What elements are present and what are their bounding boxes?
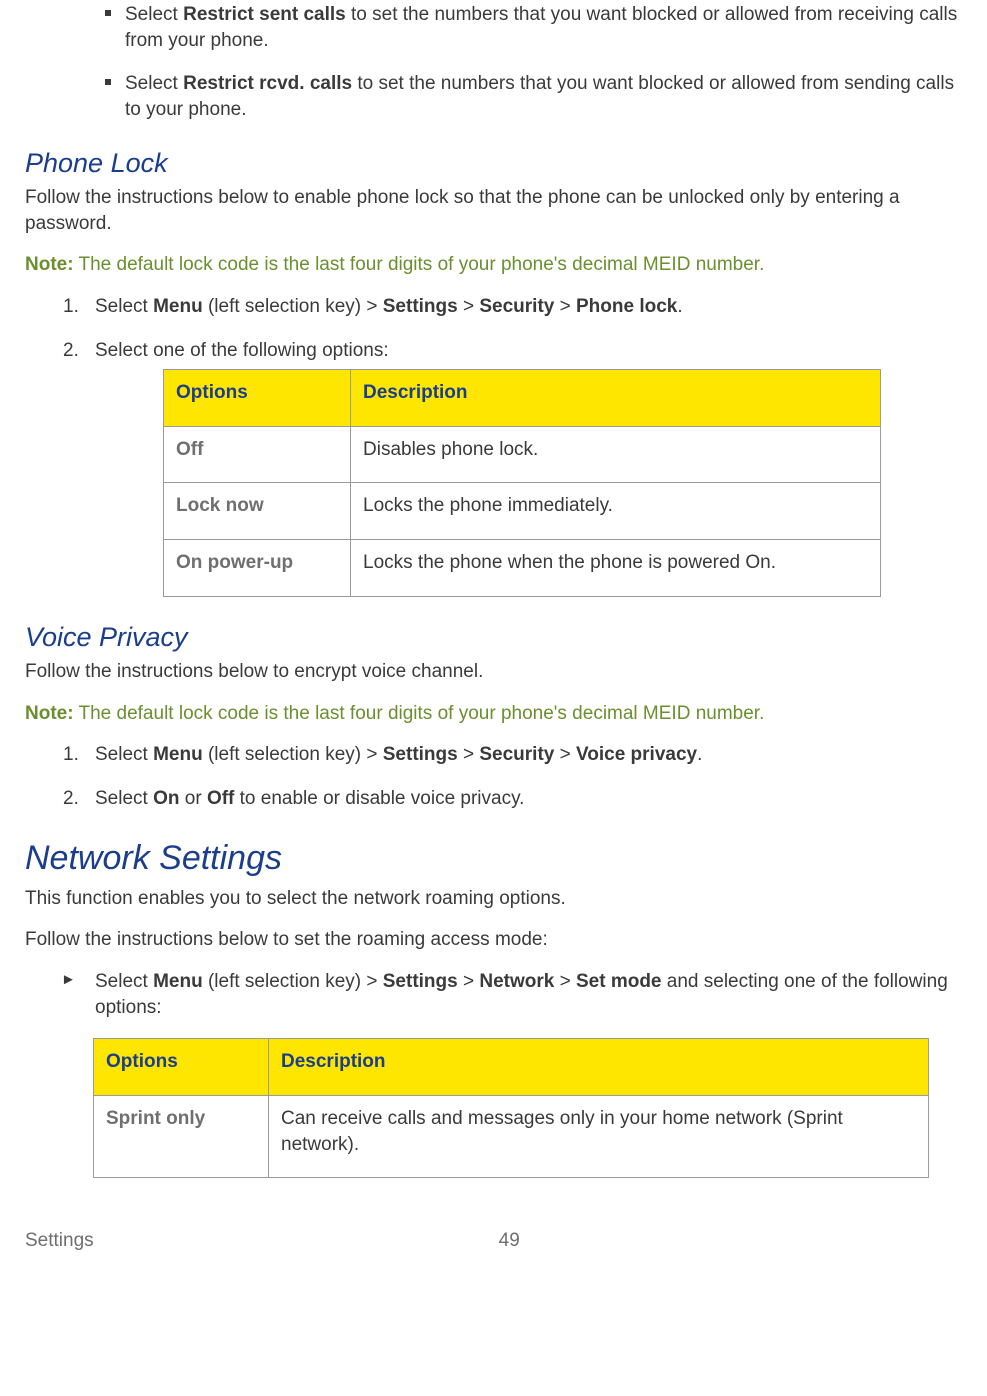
network-step: Select Menu (left selection key) > Setti…	[25, 969, 962, 1020]
voice-privacy-steps: Select Menu (left selection key) > Setti…	[25, 742, 962, 811]
voiceprivacy-bold: Voice privacy	[576, 744, 697, 765]
network-intro-1: This function enables you to select the …	[25, 886, 962, 912]
phone-lock-intro: Follow the instructions below to enable …	[25, 185, 962, 236]
settings-bold: Settings	[383, 971, 458, 992]
settings-bold: Settings	[383, 744, 458, 765]
footer-page-number: 49	[499, 1228, 520, 1254]
text: >	[458, 744, 480, 765]
text: (left selection key) >	[203, 971, 383, 992]
restrict-list: Select Restrict sent calls to set the nu…	[25, 2, 962, 123]
restrict-rcvd-bold: Restrict rcvd. calls	[183, 73, 352, 94]
phone-lock-step-2: Select one of the following options: Opt…	[25, 338, 962, 597]
on-bold: On	[153, 788, 179, 809]
text: .	[677, 296, 682, 317]
text: Select	[95, 788, 153, 809]
network-intro-2: Follow the instructions below to set the…	[25, 927, 962, 953]
voice-privacy-intro: Follow the instructions below to encrypt…	[25, 659, 962, 685]
voice-privacy-step-1: Select Menu (left selection key) > Setti…	[25, 742, 962, 768]
table-row: On power-up Locks the phone when the pho…	[164, 540, 881, 597]
note-label: Note:	[25, 703, 74, 724]
option-cell: Sprint only	[94, 1095, 269, 1177]
option-cell: Lock now	[164, 483, 351, 540]
restrict-sent-bold: Restrict sent calls	[183, 4, 346, 25]
text: Select	[95, 744, 153, 765]
network-bold: Network	[479, 971, 554, 992]
note-label: Note:	[25, 254, 74, 275]
menu-bold: Menu	[153, 296, 203, 317]
menu-bold: Menu	[153, 744, 203, 765]
option-cell: On power-up	[164, 540, 351, 597]
network-table: Options Description Sprint only Can rece…	[93, 1038, 929, 1178]
phone-lock-heading: Phone Lock	[25, 145, 962, 181]
text: or	[179, 788, 206, 809]
security-bold: Security	[479, 296, 554, 317]
option-cell: Off	[164, 426, 351, 483]
settings-bold: Settings	[383, 296, 458, 317]
footer-spacer	[94, 1228, 499, 1254]
security-bold: Security	[479, 744, 554, 765]
restrict-sent-item: Select Restrict sent calls to set the nu…	[25, 2, 962, 53]
text: >	[554, 744, 576, 765]
phonelock-bold: Phone lock	[576, 296, 677, 317]
table-header-options: Options	[94, 1039, 269, 1096]
network-settings-heading: Network Settings	[25, 836, 962, 882]
text: to enable or disable voice privacy.	[234, 788, 524, 809]
voice-privacy-heading: Voice Privacy	[25, 619, 962, 655]
voice-privacy-step-2: Select On or Off to enable or disable vo…	[25, 786, 962, 812]
description-cell: Locks the phone immediately.	[351, 483, 881, 540]
phone-lock-table: Options Description Off Disables phone l…	[163, 369, 881, 597]
voice-privacy-note: Note: The default lock code is the last …	[25, 701, 962, 727]
table-row: Lock now Locks the phone immediately.	[164, 483, 881, 540]
table-row: Off Disables phone lock.	[164, 426, 881, 483]
text: Select one of the following options:	[95, 340, 389, 361]
text: >	[554, 971, 576, 992]
text: Select	[95, 296, 153, 317]
network-step-list: Select Menu (left selection key) > Setti…	[25, 969, 962, 1020]
table-header-options: Options	[164, 370, 351, 427]
description-cell: Can receive calls and messages only in y…	[269, 1095, 929, 1177]
menu-bold: Menu	[153, 971, 203, 992]
text: Select	[95, 971, 153, 992]
text: .	[697, 744, 702, 765]
note-text: The default lock code is the last four d…	[74, 254, 765, 275]
text: >	[458, 971, 480, 992]
phone-lock-note: Note: The default lock code is the last …	[25, 252, 962, 278]
text: Select	[125, 4, 183, 25]
phone-lock-steps: Select Menu (left selection key) > Setti…	[25, 294, 962, 597]
text: (left selection key) >	[203, 296, 383, 317]
off-bold: Off	[207, 788, 234, 809]
description-cell: Locks the phone when the phone is powere…	[351, 540, 881, 597]
page-footer: Settings 49	[25, 1218, 962, 1254]
restrict-rcvd-item: Select Restrict rcvd. calls to set the n…	[25, 71, 962, 122]
table-header-description: Description	[351, 370, 881, 427]
table-row: Sprint only Can receive calls and messag…	[94, 1095, 929, 1177]
text: Select	[125, 73, 183, 94]
text: >	[554, 296, 576, 317]
note-text: The default lock code is the last four d…	[74, 703, 765, 724]
phone-lock-step-1: Select Menu (left selection key) > Setti…	[25, 294, 962, 320]
footer-section: Settings	[25, 1228, 94, 1254]
text: (left selection key) >	[203, 744, 383, 765]
setmode-bold: Set mode	[576, 971, 662, 992]
description-cell: Disables phone lock.	[351, 426, 881, 483]
text: >	[458, 296, 480, 317]
table-header-description: Description	[269, 1039, 929, 1096]
